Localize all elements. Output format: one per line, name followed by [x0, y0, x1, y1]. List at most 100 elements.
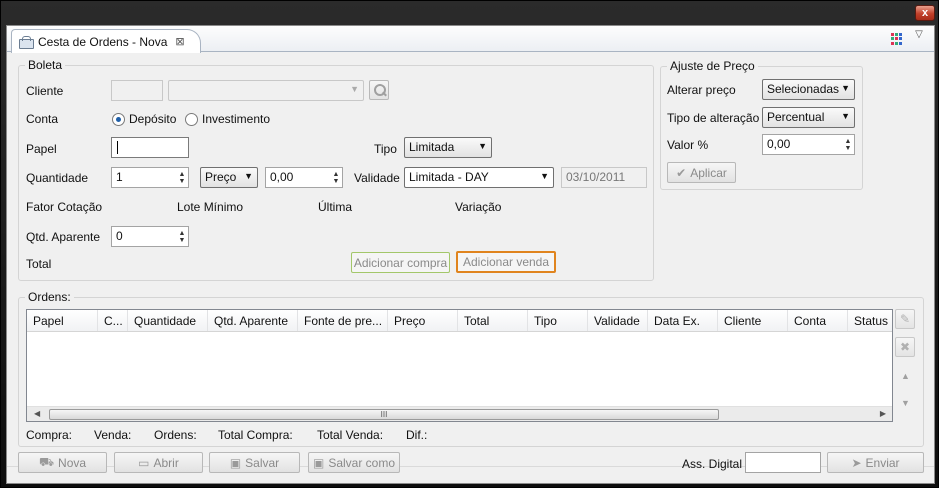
- salvar-label: Salvar: [245, 455, 280, 470]
- cliente-select[interactable]: ▼: [168, 80, 364, 101]
- tipo-alteracao-label: Tipo de alteração: [667, 111, 760, 125]
- qtd-aparente-label: Qtd. Aparente: [26, 230, 101, 244]
- folder-icon: ▭: [138, 455, 150, 470]
- chevron-down-icon: ▼: [841, 111, 850, 121]
- nova-label: Nova: [58, 455, 87, 470]
- chevron-down-icon: ▼: [478, 141, 487, 151]
- aplicar-label: Aplicar: [690, 165, 727, 180]
- summary-venda-label: Venda:: [94, 428, 132, 442]
- variacao-label: Variação: [455, 200, 502, 214]
- move-down-icon[interactable]: ▼: [901, 398, 910, 408]
- summary-ordens-label: Ordens:: [154, 428, 197, 442]
- col-qtd-aparente[interactable]: Qtd. Aparente: [208, 310, 298, 331]
- edit-order-button[interactable]: ✎: [895, 309, 915, 329]
- nova-button[interactable]: ⛟ Nova: [18, 452, 107, 473]
- boleta-title: Boleta: [25, 58, 66, 72]
- radio-deposito-label: Depósito: [129, 112, 177, 126]
- move-up-icon[interactable]: ▲: [901, 371, 910, 381]
- col-tipo[interactable]: Tipo: [528, 310, 588, 331]
- radio-deposito[interactable]: [112, 113, 125, 126]
- summary-total-venda-label: Total Venda:: [317, 428, 384, 442]
- app-window: x Cesta de Ordens - Nova ⊠ ▽ Boleta Clie…: [0, 0, 939, 488]
- text-cursor: [117, 141, 118, 154]
- scroll-thumb[interactable]: III: [49, 409, 719, 420]
- col-quantidade[interactable]: Quantidade: [128, 310, 208, 331]
- preco-mode-value: Preço: [205, 170, 237, 184]
- main-panel: Cesta de Ordens - Nova ⊠ ▽ Boleta Client…: [6, 25, 935, 484]
- ass-digital-label: Ass. Digital: [682, 457, 743, 471]
- aplicar-button[interactable]: ✔ Aplicar: [667, 162, 736, 183]
- alterar-preco-select[interactable]: Selecionadas ▼: [762, 79, 855, 100]
- col-papel[interactable]: Papel: [27, 310, 98, 331]
- col-fonte-preco[interactable]: Fonte de pre...: [298, 310, 388, 331]
- papel-label: Papel: [26, 142, 57, 156]
- spinner-arrows-icon[interactable]: ▲ ▼: [842, 135, 854, 154]
- qtd-aparente-stepper[interactable]: 0 ▲ ▼: [111, 226, 189, 247]
- spinner-arrows-icon[interactable]: ▲ ▼: [176, 168, 188, 187]
- col-preco[interactable]: Preço: [388, 310, 458, 331]
- tipo-select[interactable]: Limitada ▼: [404, 137, 492, 158]
- qtd-aparente-value: 0: [116, 229, 123, 243]
- spinner-arrows-icon[interactable]: ▲ ▼: [176, 227, 188, 246]
- tipo-alteracao-select[interactable]: Percentual ▼: [762, 107, 855, 128]
- enviar-label: Enviar: [865, 455, 900, 470]
- send-icon: ➤: [851, 455, 862, 470]
- tipo-alteracao-value: Percentual: [767, 110, 825, 124]
- ultima-label: Última: [318, 200, 353, 214]
- chevron-down-icon[interactable]: ▽: [912, 29, 926, 43]
- col-total[interactable]: Total: [458, 310, 528, 331]
- search-client-button[interactable]: [369, 80, 389, 100]
- new-basket-icon: ⛟: [38, 454, 55, 469]
- col-c[interactable]: C...: [98, 310, 128, 331]
- conta-label: Conta: [26, 112, 59, 126]
- add-buy-button[interactable]: Adicionar compra: [351, 252, 450, 273]
- ass-digital-input[interactable]: [745, 452, 821, 473]
- papel-input[interactable]: [111, 137, 189, 158]
- col-validade[interactable]: Validade: [588, 310, 648, 331]
- scroll-left-icon[interactable]: ◀: [34, 409, 40, 418]
- window-close-button[interactable]: x: [915, 5, 935, 21]
- validade-select[interactable]: Limitada - DAY ▼: [404, 167, 554, 188]
- tipo-label: Tipo: [374, 142, 397, 156]
- quantidade-value: 1: [116, 170, 123, 184]
- chevron-down-icon: ▼: [350, 84, 359, 94]
- delete-order-button[interactable]: ✖: [895, 337, 915, 357]
- valor-stepper[interactable]: 0,00 ▲ ▼: [762, 134, 855, 155]
- tab-bar: Cesta de Ordens - Nova ⊠ ▽: [7, 26, 934, 53]
- summary-total-compra-label: Total Compra:: [218, 428, 293, 442]
- radio-investimento[interactable]: [185, 113, 198, 126]
- enviar-button[interactable]: ➤ Enviar: [827, 452, 924, 473]
- col-conta[interactable]: Conta: [788, 310, 848, 331]
- add-sell-button[interactable]: Adicionar venda: [456, 251, 556, 273]
- validade-date-field[interactable]: 03/10/2011: [561, 167, 647, 188]
- valor-label: Valor %: [667, 138, 709, 152]
- chevron-down-icon: ▼: [540, 171, 549, 181]
- col-data-ex[interactable]: Data Ex.: [648, 310, 718, 331]
- salvar-como-label: Salvar como: [328, 455, 396, 470]
- scroll-right-icon[interactable]: ▶: [880, 409, 886, 418]
- cliente-code-field[interactable]: [111, 80, 163, 101]
- salvar-como-button[interactable]: ▣ Salvar como: [308, 452, 400, 473]
- fator-cotacao-label: Fator Cotação: [26, 200, 103, 214]
- chevron-down-icon: ▼: [244, 171, 253, 181]
- quantidade-stepper[interactable]: 1 ▲ ▼: [111, 167, 189, 188]
- check-icon: ✔: [676, 165, 687, 180]
- total-label: Total: [26, 257, 52, 271]
- tab-cesta-de-ordens[interactable]: Cesta de Ordens - Nova ⊠: [11, 29, 201, 53]
- preco-stepper[interactable]: 0,00 ▲ ▼: [265, 167, 343, 188]
- summary-compra-label: Compra:: [26, 428, 73, 442]
- salvar-button[interactable]: ▣ Salvar: [209, 452, 300, 473]
- valor-value: 0,00: [767, 137, 791, 151]
- grid-menu-icon[interactable]: [891, 33, 903, 45]
- col-status[interactable]: Status: [848, 310, 892, 331]
- spinner-arrows-icon[interactable]: ▲ ▼: [330, 168, 342, 187]
- col-cliente[interactable]: Cliente: [718, 310, 788, 331]
- abrir-button[interactable]: ▭ Abrir: [114, 452, 203, 473]
- cliente-label: Cliente: [26, 84, 64, 98]
- tab-title: Cesta de Ordens - Nova: [38, 34, 168, 49]
- preco-mode-select[interactable]: Preço ▼: [200, 167, 258, 188]
- tab-close-icon[interactable]: ⊠: [175, 35, 184, 48]
- orders-table[interactable]: Papel C... Quantidade Qtd. Aparente Font…: [26, 309, 893, 422]
- horizontal-scrollbar[interactable]: ◀ III ▶: [27, 406, 892, 421]
- validade-label: Validade: [354, 171, 400, 185]
